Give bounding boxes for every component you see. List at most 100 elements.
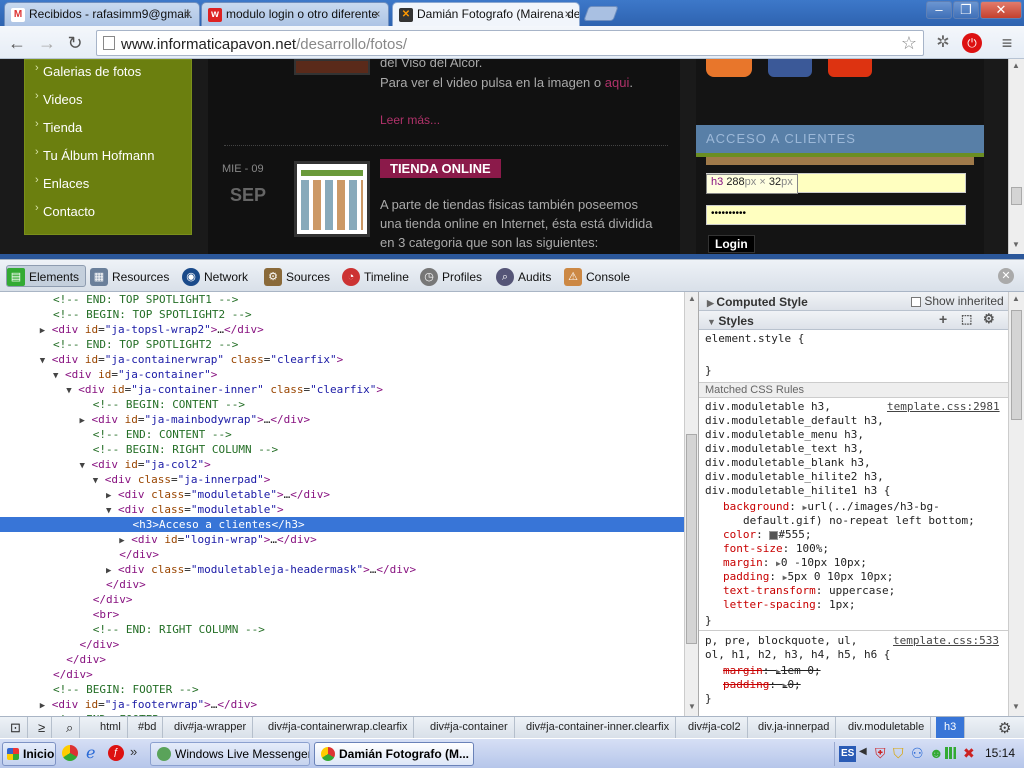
taskbar-chrome[interactable]: Damián Fotografo (M...	[314, 742, 474, 766]
dom-node[interactable]: ▼ <div class="moduletable">	[0, 502, 684, 517]
scroll-down-icon[interactable]: ▼	[688, 702, 696, 711]
inspect-search-icon[interactable]: ⌕	[60, 717, 81, 738]
css-property[interactable]: margin: ▶0 -10px 10px;	[723, 556, 867, 571]
scroll-up-icon[interactable]: ▲	[1012, 294, 1020, 303]
dom-node[interactable]: ▶ <div id="ja-mainbodywrap">…</div>	[0, 412, 684, 427]
shop-thumbnail[interactable]	[294, 161, 370, 237]
close-icon[interactable]: ×	[370, 7, 384, 21]
page-scrollbar[interactable]: ▲ ▼	[1008, 59, 1024, 254]
minimize-icon[interactable]: –	[926, 1, 952, 19]
breadcrumb-item[interactable]: html	[94, 717, 128, 738]
nav-tienda[interactable]: Tienda	[35, 118, 82, 135]
language-indicator[interactable]: ES	[839, 746, 857, 762]
antivirus-icon[interactable]: ⛨	[875, 745, 886, 762]
alert-tray-icon[interactable]: ✖	[963, 745, 975, 762]
tab-audits[interactable]: ⌕ Audits	[496, 266, 551, 288]
start-button[interactable]: Inicio	[2, 742, 56, 766]
facebook-icon[interactable]	[768, 59, 812, 77]
devtools-settings-gear-icon[interactable]: ⚙	[998, 719, 1011, 737]
dom-node[interactable]: ▶ <div class="moduletableja-headermask">…	[0, 562, 684, 577]
settings-gear-icon[interactable]: ⚙	[983, 311, 995, 327]
css-property-overridden[interactable]: padding: ▶0;	[723, 678, 801, 693]
breadcrumb-item[interactable]: #bd	[132, 717, 164, 738]
tab-network[interactable]: ◉ Network	[182, 266, 248, 288]
css-property[interactable]: letter-spacing: 1px;	[723, 598, 855, 612]
nav-galerias[interactable]: Galerias de fotos	[35, 62, 141, 79]
dom-scrollbar[interactable]: ▲ ▼	[684, 292, 698, 716]
rule-selector[interactable]: div.moduletable_text h3,	[705, 442, 864, 456]
tab-gmail[interactable]: M Recibidos - rafasimm9@gmail. ×	[4, 2, 200, 26]
dom-node[interactable]: ▶ <div class="moduletable">…</div>	[0, 487, 684, 502]
dom-node[interactable]: <!-- BEGIN: FOOTER -->	[0, 682, 684, 697]
dock-icon[interactable]: ⊡	[4, 717, 28, 738]
scroll-down-icon[interactable]: ▼	[1012, 702, 1020, 711]
scroll-thumb[interactable]	[686, 434, 697, 644]
dom-node[interactable]: <!-- END: RIGHT COLUMN -->	[0, 622, 684, 637]
breadcrumb-item[interactable]: div.moduletable	[842, 717, 932, 738]
show-inherited-checkbox[interactable]: Show inherited	[911, 294, 1004, 308]
reload-icon[interactable]: ↻	[64, 32, 86, 54]
dom-node[interactable]: <!-- BEGIN: CONTENT -->	[0, 397, 684, 412]
wifi-signal-icon[interactable]	[945, 747, 959, 759]
scroll-up-icon[interactable]: ▲	[1012, 61, 1020, 70]
ie-quicklaunch-icon[interactable]: ℯ	[86, 743, 95, 763]
tab-modulo-login[interactable]: w modulo login o otro diferente ×	[201, 2, 389, 26]
forward-icon[interactable]: →	[36, 32, 58, 54]
checkbox-icon[interactable]	[911, 296, 921, 307]
security-shield-icon[interactable]: ⛉	[893, 745, 904, 762]
add-rule-icon[interactable]: +	[939, 311, 947, 327]
css-property[interactable]: color: #555;	[723, 528, 812, 542]
scroll-thumb[interactable]	[1011, 310, 1022, 420]
css-property[interactable]: text-transform: uppercase;	[723, 584, 895, 598]
console-drawer-icon[interactable]: ≥	[32, 717, 53, 738]
rule-selector[interactable]: div.moduletable_blank h3,	[705, 456, 871, 470]
dom-node[interactable]: ▼ <div id="ja-containerwrap" class="clea…	[0, 352, 684, 367]
extension-gear-icon[interactable]: ✲	[932, 32, 954, 54]
dom-node[interactable]: ▼ <div id="ja-container-inner" class="cl…	[0, 382, 684, 397]
extension-stop-icon[interactable]: ⏻	[962, 33, 982, 53]
dom-node[interactable]: ▶ <div id="ja-topsl-wrap2">…</div>	[0, 322, 684, 337]
menu-wrench-icon[interactable]: ≡	[996, 32, 1018, 54]
tab-sources[interactable]: ⚙ Sources	[264, 266, 330, 288]
dom-node[interactable]: </div>	[0, 667, 684, 682]
css-property-overridden[interactable]: margin: ▶1em 0;	[723, 664, 821, 679]
more-quicklaunch-icon[interactable]: »	[130, 744, 137, 759]
tray-arrow-icon[interactable]: ◀	[859, 746, 867, 757]
youtube-icon[interactable]	[828, 59, 872, 77]
network-tray-icon[interactable]: ⚇	[911, 745, 924, 762]
dom-node[interactable]: <!-- BEGIN: TOP SPOTLIGHT2 -->	[0, 307, 684, 322]
close-devtools-icon[interactable]: ✕	[998, 268, 1014, 284]
styles-scrollbar[interactable]: ▲ ▼	[1008, 292, 1024, 716]
clock[interactable]: 15:14	[985, 746, 1015, 760]
breadcrumb-item[interactable]: div#ja-container	[424, 717, 515, 738]
close-icon[interactable]: ×	[181, 7, 195, 21]
computed-style-header[interactable]: ▶ Computed Style Show inherited	[699, 292, 1008, 311]
tab-elements[interactable]: ▤ Elements	[6, 265, 87, 287]
element-style-rule[interactable]: element.style {	[705, 332, 804, 346]
read-more-link[interactable]: Leer más...	[380, 113, 440, 127]
rule-source-link[interactable]: template.css:2981	[887, 400, 1000, 414]
dom-node[interactable]: ▶ <div id="login-wrap">…</div>	[0, 532, 684, 547]
rule-selector[interactable]: div.moduletable_menu h3,	[705, 428, 864, 442]
tab-timeline[interactable]: ◔ Timeline	[342, 266, 409, 288]
rule-selector[interactable]: div.moduletable_hilite1 h3 {	[705, 484, 890, 498]
tab-damian-fotografo[interactable]: ✕ Damián Fotografo (Mairena de ×	[392, 2, 580, 27]
nav-enlaces[interactable]: Enlaces	[35, 174, 89, 191]
video-link[interactable]: aqui	[605, 75, 630, 90]
breadcrumb-item[interactable]: div#ja-containerwrap.clearfix	[262, 717, 415, 738]
css-property[interactable]: font-size: 100%;	[723, 542, 829, 556]
dom-node[interactable]: </div>	[0, 577, 684, 592]
bookmark-star-icon[interactable]: ☆	[901, 33, 917, 54]
close-window-icon[interactable]: ✕	[980, 1, 1022, 19]
dom-node[interactable]: <!-- END: CONTENT -->	[0, 427, 684, 442]
nav-videos[interactable]: Videos	[35, 90, 82, 107]
rule-selector[interactable]: p, pre, blockquote, ul,	[705, 634, 857, 648]
dom-node[interactable]: ▼ <div class="ja-innerpad">	[0, 472, 684, 487]
dom-node[interactable]: <!-- BEGIN: RIGHT COLUMN -->	[0, 442, 684, 457]
password-field[interactable]: ••••••••••	[706, 205, 966, 225]
login-button[interactable]: Login	[708, 235, 755, 253]
tab-resources[interactable]: ▦ Resources	[90, 266, 169, 288]
css-property-cont[interactable]: default.gif) no-repeat left bottom;	[743, 514, 975, 528]
breadcrumb-item[interactable]: div#ja-wrapper	[168, 717, 254, 738]
css-property[interactable]: background: ▶url(../images/h3-bg-	[723, 500, 940, 515]
